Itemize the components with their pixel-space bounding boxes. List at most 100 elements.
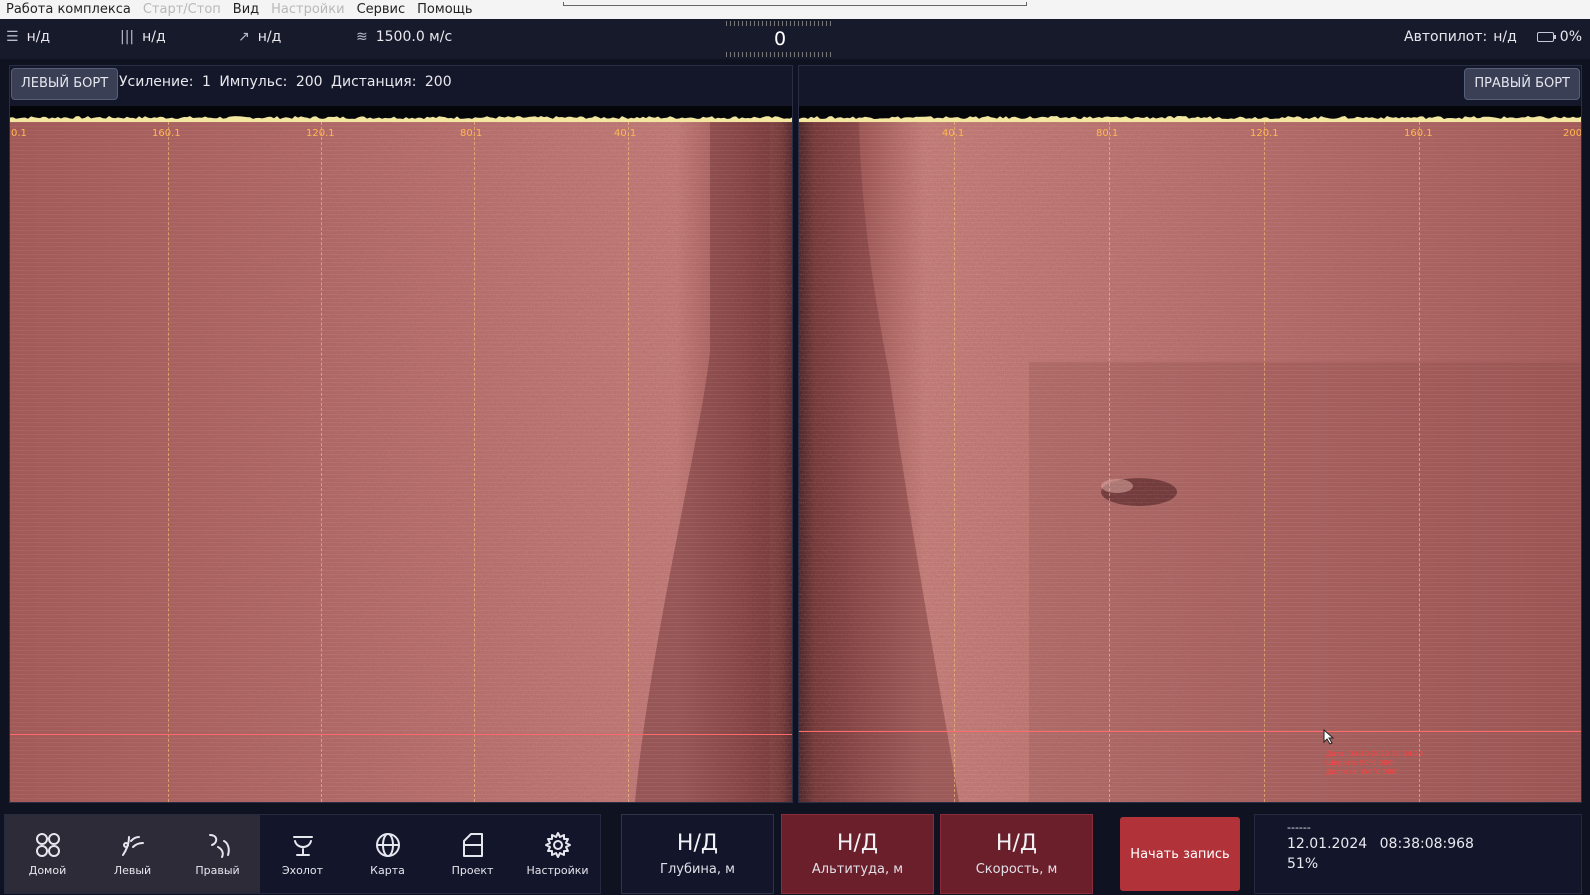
nav-status: ☰ н/д xyxy=(6,29,50,45)
left-sonar-panel: ЛЕВЫЙ БОРТ Усиление: 1 Импульс: 200 Дист… xyxy=(9,65,793,803)
info-datetime: 12.01.2024 08:38:08:968 xyxy=(1287,834,1581,854)
folder-icon xyxy=(462,833,483,857)
right-tick-3: 160.1 xyxy=(1404,128,1433,139)
status-bar: ☰ н/д ||| н/д ↗ н/д ≋ 1500.0 м/с 0 Автоп… xyxy=(0,19,1590,59)
right-sonar-panel: ПРАВЫЙ БОРТ 40.1 80.1 120.1 160.1 200 Да… xyxy=(798,65,1582,803)
nav-status-value: н/д xyxy=(26,29,51,45)
left-sonar-icon xyxy=(121,836,144,856)
left-tick-3: 80.1 xyxy=(460,128,483,139)
left-tick-1: 160.1 xyxy=(152,128,181,139)
heading-indicator: 0 xyxy=(726,19,834,59)
nav-project-button[interactable]: Проект xyxy=(430,815,515,893)
nav-home-button[interactable]: Домой xyxy=(5,815,90,893)
menu-lines-icon: ☰ xyxy=(6,29,19,45)
left-gridline xyxy=(168,122,169,802)
signal-bars-icon: ||| xyxy=(120,29,135,45)
depth-metric: Н/Д Глубина, м xyxy=(621,814,774,894)
echo-sounder-icon xyxy=(292,836,313,856)
nav-settings-button[interactable]: Настройки xyxy=(515,815,600,893)
nav-home-label: Домой xyxy=(28,864,67,877)
pulse-label: Импульс: xyxy=(219,74,288,90)
start-recording-button[interactable]: Начать запись xyxy=(1120,817,1240,891)
nav-right-button[interactable]: Правый xyxy=(175,815,260,893)
left-cursor-line xyxy=(10,734,792,735)
autopilot-value: н/д xyxy=(1493,29,1517,45)
gear-icon xyxy=(544,832,571,858)
left-gridline xyxy=(628,122,629,802)
right-gridline xyxy=(1264,122,1265,802)
altitude-metric: Н/Д Альтитуда, м xyxy=(781,814,934,894)
sound-speed-status: ≋ 1500.0 м/с xyxy=(356,29,452,45)
nav-group: Домой Левый Правый Эхолот Карта Проект Н… xyxy=(4,814,601,894)
signal-status: ||| н/д xyxy=(120,29,166,45)
nav-left-button[interactable]: Левый xyxy=(90,815,175,893)
range-value: 200 xyxy=(424,74,452,90)
info-box: ------ 12.01.2024 08:38:08:968 51% xyxy=(1254,814,1582,894)
sound-speed-value: 1500.0 м/с xyxy=(375,29,453,45)
left-signal-svg xyxy=(10,116,792,122)
right-sonar-scanlines xyxy=(799,122,1581,802)
heading-scale-top xyxy=(726,21,834,26)
info-time: 08:38:08:968 xyxy=(1379,836,1474,852)
right-sonar-icon xyxy=(208,834,230,858)
menu-item-settings[interactable]: Настройки xyxy=(265,0,350,19)
right-signal-trace xyxy=(799,106,1581,122)
autopilot-label: Автопилот: xyxy=(1404,29,1488,45)
menu-item-start-stop[interactable]: Старт/Стоп xyxy=(137,0,227,19)
battery-icon xyxy=(1536,32,1556,42)
heading-value: 0 xyxy=(773,28,787,50)
left-tick-2: 120.1 xyxy=(306,128,335,139)
info-dashes: ------ xyxy=(1287,821,1311,834)
right-cursor-line xyxy=(799,731,1581,732)
gain-value: 1 xyxy=(201,74,211,90)
right-gridline xyxy=(1109,122,1110,802)
menu-item-service[interactable]: Сервис xyxy=(351,0,412,19)
right-gridline xyxy=(954,122,955,802)
menu-bar: Работа комплекса Старт/Стоп Вид Настройк… xyxy=(0,0,1590,19)
gain-label: Усиление: xyxy=(119,74,194,90)
nav-project-label: Проект xyxy=(451,864,494,877)
pulse-value: 200 xyxy=(295,74,323,90)
left-panel-header: ЛЕВЫЙ БОРТ Усиление: 1 Импульс: 200 Дист… xyxy=(10,66,792,106)
home-grid-icon xyxy=(35,833,60,857)
mouse-pointer-icon xyxy=(1323,729,1335,745)
cursor-readout: Дата: 03-10-2023 10:34:23 Широта: 50°0.0… xyxy=(1326,750,1423,777)
depth-label: Глубина, м xyxy=(660,862,735,877)
nav-settings-label: Настройки xyxy=(526,864,589,877)
top-progress-frame xyxy=(563,2,1027,6)
readout-lon: Долгота: W0°0.000' xyxy=(1326,768,1398,776)
right-tick-1: 80.1 xyxy=(1096,128,1119,139)
info-percent: 51% xyxy=(1287,856,1319,872)
left-waterfall xyxy=(10,122,792,802)
right-signal-svg xyxy=(799,116,1581,122)
left-sonar-image[interactable]: 0.1 160.1 120.1 80.1 40.1 xyxy=(10,122,792,802)
nav-map-button[interactable]: Карта xyxy=(345,815,430,893)
menu-item-work[interactable]: Работа комплекса xyxy=(0,0,137,19)
speed-value: Н/Д xyxy=(995,831,1038,856)
speed-metric: Н/Д Скорость, м xyxy=(940,814,1093,894)
nav-right-label: Правый xyxy=(195,864,240,877)
speed-label: Скорость, м xyxy=(975,862,1058,877)
battery-percent: 0% xyxy=(1559,29,1582,45)
nav-echo-button[interactable]: Эхолот xyxy=(260,815,345,893)
right-tick-4: 200 xyxy=(1563,128,1581,139)
info-date: 12.01.2024 xyxy=(1287,836,1368,852)
right-tick-2: 120.1 xyxy=(1250,128,1279,139)
waves-icon: ≋ xyxy=(356,29,368,45)
right-sonar-image[interactable]: 40.1 80.1 120.1 160.1 200 Дата: 03-10-20… xyxy=(799,122,1581,802)
readout-date: Дата: 03-10-2023 10:34:23 xyxy=(1326,750,1424,758)
menu-item-help[interactable]: Помощь xyxy=(411,0,478,19)
right-side-button[interactable]: ПРАВЫЙ БОРТ xyxy=(1464,68,1580,100)
course-status: ↗ н/д xyxy=(238,29,281,45)
globe-icon xyxy=(375,833,400,857)
altitude-label: Альтитуда, м xyxy=(811,862,904,877)
nav-map-label: Карта xyxy=(370,864,405,877)
left-side-button[interactable]: ЛЕВЫЙ БОРТ xyxy=(11,68,119,100)
nav-echo-label: Эхолот xyxy=(281,864,324,877)
right-gridline xyxy=(1419,122,1420,802)
course-arrow-icon: ↗ xyxy=(238,29,250,45)
left-tick-0: 0.1 xyxy=(11,128,27,139)
left-tick-4: 40.1 xyxy=(614,128,637,139)
menu-item-view[interactable]: Вид xyxy=(227,0,265,19)
depth-value: Н/Д xyxy=(676,831,719,856)
